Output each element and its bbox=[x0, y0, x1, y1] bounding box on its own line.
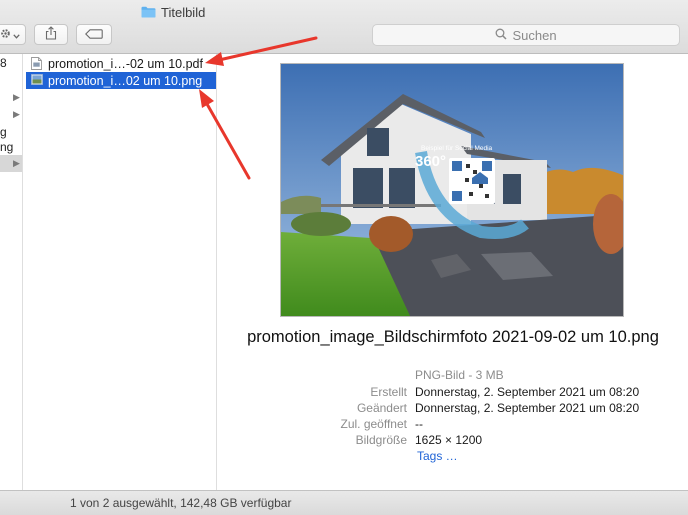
image-file-icon bbox=[31, 74, 43, 87]
file-column: promotion_i…-02 um 10.pdf promotion_i…02… bbox=[23, 54, 217, 490]
meta-value: 1625 × 1200 bbox=[415, 433, 483, 447]
share-button[interactable] bbox=[34, 24, 68, 45]
image-badge-text: 360° bbox=[415, 153, 446, 170]
parent-column[interactable]: 8 ▶ ▶ g ng ▶ bbox=[0, 54, 23, 490]
file-row-png[interactable]: promotion_i…02 um 10.png bbox=[26, 72, 216, 89]
file-name: promotion_i…-02 um 10.pdf bbox=[48, 56, 203, 71]
window-title-text: Titelbild bbox=[161, 4, 206, 20]
search-icon bbox=[495, 28, 507, 43]
meta-label: Bildgröße bbox=[355, 433, 407, 447]
file-kind: PNG-Bild - 3 MB bbox=[415, 368, 504, 382]
action-menu-button[interactable] bbox=[0, 24, 26, 45]
disclosure-arrow-icon[interactable]: ▶ bbox=[13, 158, 20, 169]
tags-link[interactable]: Tags … bbox=[417, 449, 458, 463]
meta-row-modified: Geändert Donnerstag, 2. September 2021 u… bbox=[218, 401, 688, 417]
column-item-fragment[interactable]: 8 bbox=[0, 56, 7, 70]
status-bar: 1 von 2 ausgewählt, 142,48 GB verfügbar bbox=[0, 490, 688, 515]
gear-icon bbox=[0, 28, 11, 42]
share-icon bbox=[45, 26, 57, 43]
meta-label: Geändert bbox=[356, 401, 407, 415]
tag-button[interactable] bbox=[76, 24, 112, 45]
chevron-down-icon bbox=[13, 28, 20, 42]
preview-image[interactable]: 360° Beispiel für Social Media bbox=[280, 63, 624, 317]
toolbar: Titelbild Suchen bbox=[0, 0, 688, 54]
meta-row-dimensions: Bildgröße 1625 × 1200 bbox=[218, 433, 688, 449]
preview-pane: 360° Beispiel für Social Media promotion… bbox=[218, 54, 688, 490]
meta-row-created: Erstellt Donnerstag, 2. September 2021 u… bbox=[218, 385, 688, 401]
preview-filename: promotion_image_Bildschirmfoto 2021-09-0… bbox=[247, 328, 659, 346]
status-text: 1 von 2 ausgewählt, 142,48 GB verfügbar bbox=[70, 496, 292, 510]
disclosure-arrow-icon[interactable]: ▶ bbox=[13, 92, 20, 103]
tag-icon bbox=[85, 28, 103, 42]
meta-value: Donnerstag, 2. September 2021 um 08:20 bbox=[415, 401, 640, 415]
window-title: Titelbild bbox=[141, 3, 205, 21]
disclosure-arrow-icon[interactable]: ▶ bbox=[13, 109, 20, 120]
column-item-fragment[interactable]: g bbox=[0, 125, 7, 139]
meta-value: Donnerstag, 2. September 2021 um 08:20 bbox=[415, 385, 640, 399]
pdf-file-icon bbox=[31, 57, 42, 70]
column-item-fragment[interactable]: ng bbox=[0, 140, 13, 154]
search-field[interactable]: Suchen bbox=[372, 24, 680, 46]
meta-label: Zul. geöffnet bbox=[340, 417, 408, 431]
meta-value: -- bbox=[415, 417, 423, 431]
file-name: promotion_i…02 um 10.png bbox=[48, 73, 203, 88]
meta-row-last-opened: Zul. geöffnet -- bbox=[218, 417, 688, 433]
search-placeholder: Suchen bbox=[512, 27, 557, 43]
meta-label: Erstellt bbox=[370, 385, 407, 399]
folder-icon bbox=[141, 6, 156, 18]
file-row-pdf[interactable]: promotion_i…-02 um 10.pdf bbox=[26, 55, 216, 72]
image-overlay-text: Beispiel für Social Media bbox=[421, 145, 493, 152]
